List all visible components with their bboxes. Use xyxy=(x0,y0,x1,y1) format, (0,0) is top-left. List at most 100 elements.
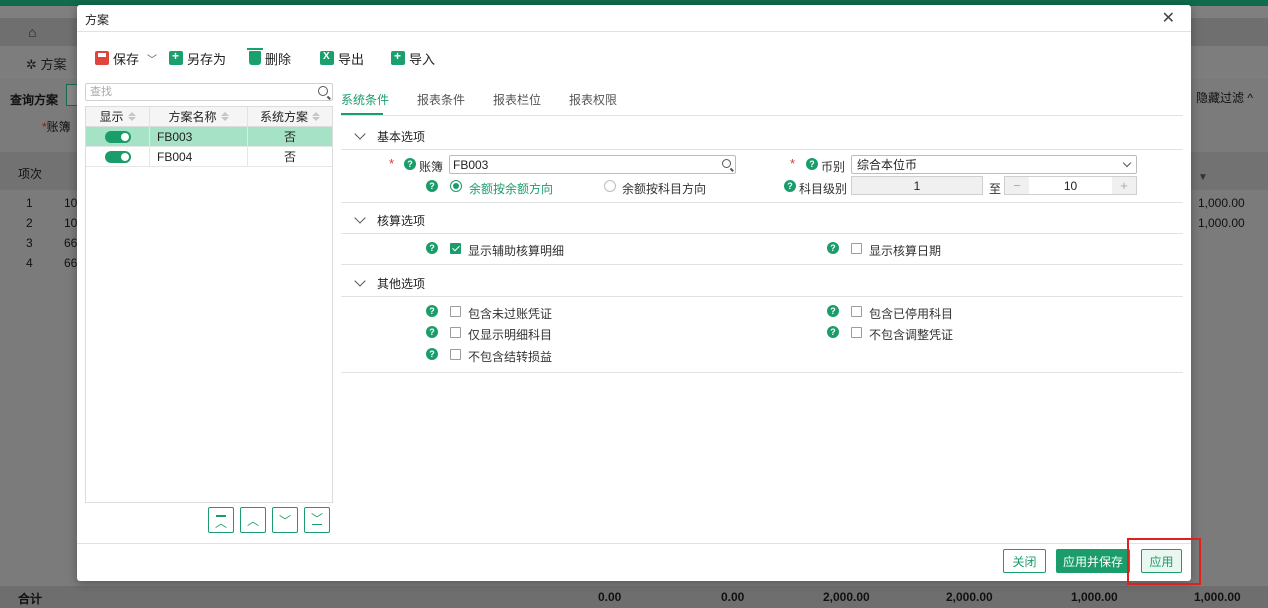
section-basic-header[interactable]: 基本选项 xyxy=(341,124,1183,148)
radio-subject-direction-label: 余额按科目方向 xyxy=(622,182,707,196)
plus-icon[interactable]: + xyxy=(1112,177,1136,194)
total-value: 0.00 xyxy=(598,590,622,604)
sort-icon[interactable] xyxy=(127,112,136,121)
filter-icon[interactable]: ▼ xyxy=(1198,172,1210,184)
currency-select[interactable]: 综合本位币 xyxy=(851,155,1137,174)
required-mark: * xyxy=(790,156,796,171)
level-to-value[interactable]: 10 xyxy=(1029,177,1112,194)
save-button[interactable]: 保存 ﹀ xyxy=(95,47,157,69)
plus-icon xyxy=(958,177,982,194)
show-toggle[interactable] xyxy=(104,130,131,143)
include-disabled-checkbox[interactable] xyxy=(851,306,862,317)
radio-balance-direction[interactable] xyxy=(450,180,462,192)
chevron-down-icon[interactable]: ﹀ xyxy=(147,51,157,66)
export-button[interactable]: 导出 xyxy=(320,47,364,69)
trash-icon xyxy=(247,48,263,65)
import-label: 导入 xyxy=(409,51,436,67)
tab-report-permissions[interactable]: 报表权限 xyxy=(569,91,617,108)
exclude-adjust-checkbox[interactable] xyxy=(851,327,862,338)
save-label: 保存 xyxy=(113,51,140,67)
sort-icon[interactable] xyxy=(220,112,229,121)
help-icon[interactable]: ? xyxy=(827,305,839,317)
tab-report-conditions[interactable]: 报表条件 xyxy=(417,91,465,108)
help-icon[interactable]: ? xyxy=(426,326,438,338)
currency-value: 综合本位币 xyxy=(857,158,918,172)
help-icon[interactable]: ? xyxy=(404,158,416,170)
account-input[interactable] xyxy=(450,157,735,172)
section-accounting-header[interactable]: 核算选项 xyxy=(341,208,1183,232)
app-scheme-button[interactable]: ✲ 方案 xyxy=(26,54,67,73)
section-other-header[interactable]: 其他选项 xyxy=(341,271,1183,295)
delete-button[interactable]: 删除 xyxy=(247,47,291,69)
apply-save-button[interactable]: 应用并保存 xyxy=(1056,549,1130,573)
help-icon[interactable]: ? xyxy=(426,180,438,192)
exclude-adjust-label: 不包含调整凭证 xyxy=(869,328,954,342)
highlight-annotation xyxy=(1127,538,1201,585)
show-cell xyxy=(86,127,150,146)
include-disabled-label: 包含已停用科目 xyxy=(869,307,954,321)
scheme-list-header: 显示 方案名称 系统方案 xyxy=(86,107,332,127)
tab-report-columns[interactable]: 报表栏位 xyxy=(493,91,541,108)
import-button[interactable]: 导入 xyxy=(391,47,435,69)
help-icon[interactable]: ? xyxy=(827,326,839,338)
radio-subject-direction[interactable] xyxy=(604,180,616,192)
scheme-search-input[interactable] xyxy=(86,84,312,100)
help-icon[interactable]: ? xyxy=(784,180,796,192)
include-unposted-checkbox[interactable] xyxy=(450,306,461,317)
exclude-carry-label: 不包含结转损益 xyxy=(468,350,553,364)
col-show-label: 显示 xyxy=(99,110,124,124)
help-icon[interactable]: ? xyxy=(827,242,839,254)
section-basic-title: 基本选项 xyxy=(377,129,426,144)
section-divider xyxy=(341,296,1183,297)
col-name-label: 方案名称 xyxy=(168,110,217,124)
row-amount: 1,000.00 xyxy=(1198,196,1245,210)
col-show[interactable]: 显示 xyxy=(86,107,150,126)
account-label: 账簿 xyxy=(419,160,444,174)
section-other-title: 其他选项 xyxy=(377,276,426,291)
show-acc-date-checkbox[interactable] xyxy=(851,243,862,254)
save-as-button[interactable]: 另存为 xyxy=(169,47,226,69)
exclude-carry-checkbox[interactable] xyxy=(450,349,461,360)
search-icon[interactable] xyxy=(722,159,731,168)
list-item[interactable]: FB004 否 xyxy=(86,147,332,167)
move-up-button[interactable]: ︿ xyxy=(240,507,266,533)
scheme-name: FB004 xyxy=(150,147,248,166)
home-icon[interactable]: ⌂ xyxy=(28,24,36,40)
move-down-button[interactable]: ﹀ xyxy=(272,507,298,533)
total-value: 1,000.00 xyxy=(1194,590,1241,604)
level-to-stepper[interactable]: − 10 + xyxy=(1004,176,1137,195)
total-value: 0.00 xyxy=(721,590,745,604)
scheme-search-box xyxy=(85,83,333,101)
row-code: 10 xyxy=(64,216,78,230)
move-top-button[interactable]: ︿ xyxy=(208,507,234,533)
help-icon[interactable]: ? xyxy=(426,305,438,317)
col-system[interactable]: 系统方案 xyxy=(248,107,332,126)
help-icon[interactable]: ? xyxy=(426,348,438,360)
scheme-dialog: 方案 ✕ 保存 ﹀ 另存为 删除 导出 导入 xyxy=(77,5,1191,581)
tab-system-conditions[interactable]: 系统条件 xyxy=(341,91,389,108)
sort-icon[interactable] xyxy=(312,112,320,121)
search-icon[interactable] xyxy=(318,86,328,96)
show-aux-detail-checkbox[interactable] xyxy=(450,243,461,254)
help-icon[interactable]: ? xyxy=(426,242,438,254)
list-item[interactable]: FB003 否 xyxy=(86,127,332,147)
minus-icon[interactable]: − xyxy=(1005,177,1029,194)
col-name[interactable]: 方案名称 xyxy=(150,107,248,126)
footer-divider xyxy=(77,543,1191,544)
hide-filter-toggle[interactable]: 隐藏过滤 ^ xyxy=(1196,89,1253,106)
detail-only-checkbox[interactable] xyxy=(450,327,461,338)
section-divider xyxy=(341,149,1183,150)
help-icon[interactable]: ? xyxy=(806,158,818,170)
close-icon[interactable]: ✕ xyxy=(1162,8,1175,28)
section-divider xyxy=(341,233,1183,234)
close-button[interactable]: 关闭 xyxy=(1003,549,1046,573)
level-from-value: 1 xyxy=(876,177,958,194)
row-index: 3 xyxy=(26,236,33,250)
chevron-down-icon xyxy=(354,275,366,287)
move-buttons: ︿ ︿ ﹀ ﹀ xyxy=(208,507,330,533)
section-divider xyxy=(341,264,1183,265)
detail-only-label: 仅显示明细科目 xyxy=(468,328,553,342)
chevron-down-icon xyxy=(354,128,366,140)
move-bottom-button[interactable]: ﹀ xyxy=(304,507,330,533)
show-toggle[interactable] xyxy=(104,150,131,163)
